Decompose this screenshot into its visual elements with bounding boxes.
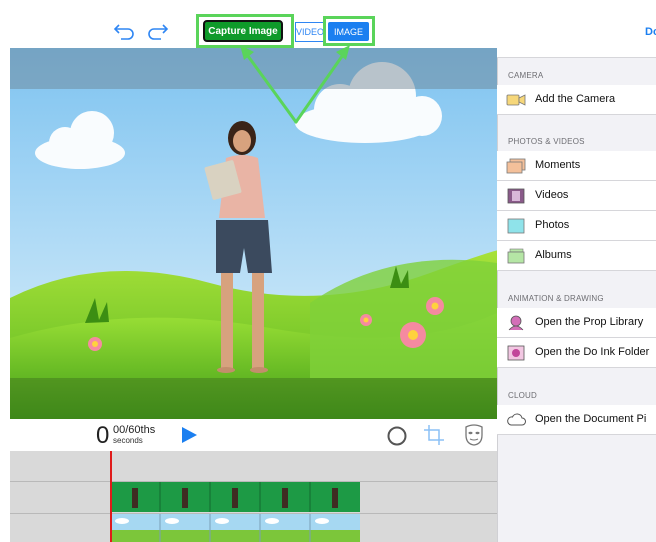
record-icon[interactable] [387, 426, 407, 446]
photos-icon [507, 218, 525, 234]
section-header-photos-videos: PHOTOS & VIDEOS [508, 137, 585, 146]
sidebar-item-label: Albums [535, 249, 572, 261]
tab-video[interactable]: VIDEO [295, 22, 325, 42]
capture-image-button[interactable]: Capture Image [203, 20, 283, 42]
image-clip-track-2[interactable] [110, 514, 360, 542]
sidebar-item-label: Open the Prop Library [535, 316, 644, 328]
sidebar-item-label: Photos [535, 219, 570, 231]
sidebar-item-label: Add the Camera [535, 93, 616, 105]
time-unit-label: seconds [113, 436, 143, 445]
preview-stage[interactable] [10, 48, 497, 419]
prop-library-icon [508, 315, 524, 331]
redo-icon[interactable] [145, 21, 169, 41]
done-button[interactable]: Do [645, 26, 656, 38]
sidebar-header [497, 0, 656, 58]
cloud-icon [507, 413, 526, 426]
crop-icon[interactable] [423, 424, 445, 446]
film-icon [507, 188, 525, 204]
tab-image[interactable]: IMAGE [328, 22, 369, 41]
sidebar-item-label: Moments [535, 159, 581, 171]
section-header-cloud: CLOUD [508, 391, 538, 400]
doink-folder-icon [507, 345, 525, 361]
sidebar-item-label: Videos [535, 189, 569, 201]
mask-icon[interactable] [464, 424, 484, 446]
section-header-camera: CAMERA [508, 71, 544, 80]
sidebar-item-label: Open the Document Pi [535, 413, 647, 425]
time-seconds: 0 [96, 422, 110, 449]
section-header-animation-drawing: ANIMATION & DRAWING [508, 294, 604, 303]
moments-icon [506, 158, 526, 174]
camera-icon [506, 94, 526, 106]
stage-artwork [10, 48, 497, 419]
undo-icon[interactable] [113, 21, 137, 41]
sidebar-item-label: Open the Do Ink Folder [535, 346, 650, 358]
video-clip-track-1[interactable] [110, 482, 360, 512]
playhead[interactable] [110, 451, 112, 542]
albums-icon [507, 248, 525, 264]
time-fraction: 00/60ths [113, 424, 156, 436]
media-sidebar [497, 0, 656, 542]
play-icon[interactable] [180, 426, 198, 444]
